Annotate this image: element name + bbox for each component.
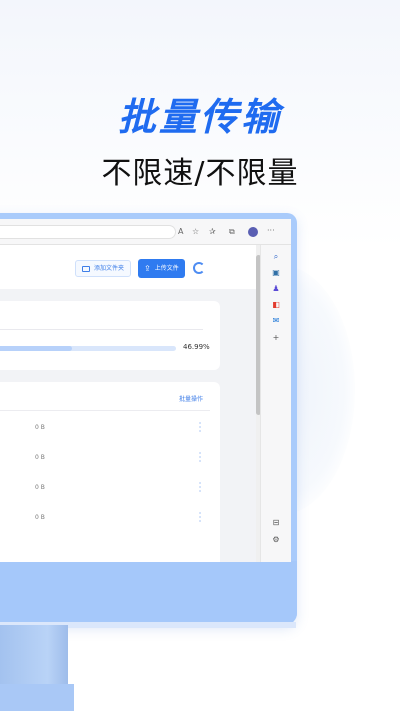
- browser-window: A ☆ ✰ ⧉ ··· 添加文件夹 ⇪ 上传文件 46.99% 批量操作 0 B…: [0, 219, 291, 562]
- browser-sidebar: ⌕ ▣ ♟ ◧ ✉ + ⊟ ⚙: [260, 245, 291, 562]
- more-vertical-icon[interactable]: · · ·: [198, 420, 202, 436]
- list-item: 0 B · · ·: [0, 450, 220, 484]
- page-header: 添加文件夹 ⇪ 上传文件: [0, 245, 256, 289]
- office-icon[interactable]: ◧: [270, 299, 282, 311]
- address-bar[interactable]: [0, 225, 176, 239]
- divider: [0, 410, 210, 411]
- subheadline: 不限速/不限量: [101, 156, 299, 191]
- folder-icon: [82, 265, 90, 272]
- sidebar-toggle-icon[interactable]: ⊟: [270, 517, 282, 529]
- games-icon[interactable]: ♟: [270, 283, 282, 295]
- monitor-chin: [0, 561, 297, 625]
- progress-bar: [0, 346, 176, 351]
- collections-icon[interactable]: ⧉: [229, 226, 235, 238]
- browser-toolbar: A ☆ ✰ ⧉ ···: [0, 219, 291, 245]
- profile-avatar[interactable]: [248, 227, 258, 237]
- list-item: 0 B · · ·: [0, 510, 220, 544]
- favorites-icon[interactable]: ✰: [209, 226, 216, 238]
- search-icon[interactable]: ⌕: [270, 251, 282, 263]
- add-folder-label: 添加文件夹: [94, 265, 125, 272]
- file-size: 0 B: [35, 514, 45, 521]
- progress-percent: 46.99%: [183, 343, 210, 351]
- divider: [0, 329, 203, 330]
- read-aloud-icon[interactable]: A: [178, 226, 183, 238]
- file-size: 0 B: [35, 484, 45, 491]
- more-icon[interactable]: ···: [267, 225, 275, 237]
- list-item: 0 B · · ·: [0, 420, 220, 454]
- batch-action-link[interactable]: 批量操作: [179, 394, 203, 403]
- file-size: 0 B: [35, 454, 45, 461]
- add-folder-button[interactable]: 添加文件夹: [75, 260, 132, 277]
- more-vertical-icon[interactable]: · · ·: [198, 450, 202, 466]
- file-size: 0 B: [35, 424, 45, 431]
- upload-icon: ⇪: [144, 264, 151, 273]
- upload-label: 上传文件: [154, 265, 179, 272]
- monitor-stand-base: [0, 684, 74, 711]
- file-list: 批量操作 0 B · · · 0 B · · · 0 B · · · 0 B · · ·: [0, 382, 220, 562]
- settings-icon[interactable]: ⚙: [270, 534, 282, 546]
- headline: 批量传输: [117, 95, 282, 139]
- page-content: 添加文件夹 ⇪ 上传文件 46.99% 批量操作 0 B · · · 0 B ·…: [0, 245, 256, 562]
- upload-button[interactable]: ⇪ 上传文件: [138, 259, 185, 278]
- more-vertical-icon[interactable]: · · ·: [198, 480, 202, 496]
- list-item: 0 B · · ·: [0, 480, 220, 514]
- more-vertical-icon[interactable]: · · ·: [198, 510, 202, 526]
- add-icon[interactable]: +: [270, 332, 282, 344]
- outlook-icon[interactable]: ✉: [270, 315, 282, 327]
- progress-card: 46.99%: [0, 301, 220, 370]
- refresh-icon[interactable]: [193, 262, 205, 274]
- favorite-icon[interactable]: ☆: [192, 226, 199, 238]
- tools-icon[interactable]: ▣: [270, 267, 282, 279]
- progress-fill: [0, 346, 73, 351]
- monitor-stand: [0, 625, 68, 685]
